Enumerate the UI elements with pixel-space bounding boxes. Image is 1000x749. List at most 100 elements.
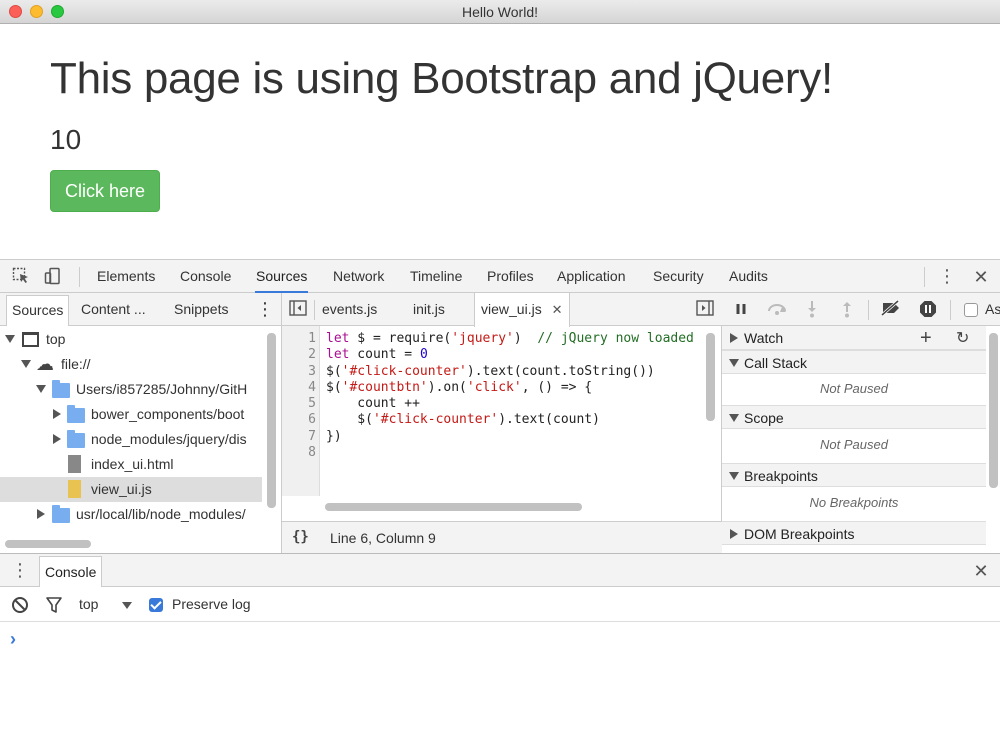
- tree-item-node-modules[interactable]: node_modules/jquery/dis: [0, 427, 262, 452]
- line-number: 8: [308, 445, 316, 461]
- editor-vertical-scrollbar[interactable]: [706, 333, 715, 421]
- tab-sources[interactable]: Sources: [255, 260, 309, 293]
- tree-item-top[interactable]: top: [0, 327, 262, 352]
- tab-profiles[interactable]: Profiles: [486, 260, 535, 293]
- clear-console-icon[interactable]: [11, 596, 29, 617]
- collapse-arrow-icon[interactable]: [53, 409, 61, 419]
- deactivate-breakpoints-icon[interactable]: [880, 299, 900, 320]
- step-out-icon[interactable]: [837, 300, 857, 320]
- navigator-tab-snippets[interactable]: Snippets: [174, 293, 228, 325]
- tree-item-bower-components[interactable]: bower_components/boot: [0, 402, 262, 427]
- navigator-tab-content-scripts[interactable]: Content ...: [81, 293, 146, 325]
- pause-icon[interactable]: [731, 300, 751, 320]
- expand-arrow-icon[interactable]: [729, 359, 739, 367]
- tree-item-view-ui-js[interactable]: view_ui.js: [0, 477, 262, 502]
- line-numbers: 1 2 3 4 5 6 7 8: [282, 331, 316, 461]
- collapse-arrow-icon[interactable]: [730, 529, 738, 539]
- tree-item-label: node_modules/jquery/dis: [91, 431, 247, 447]
- toggle-debugger-icon[interactable]: [695, 300, 715, 320]
- code-line: let count = 0: [326, 347, 428, 363]
- step-over-icon[interactable]: [766, 300, 786, 320]
- collapse-arrow-icon[interactable]: [37, 509, 45, 519]
- editor-tab-init-js[interactable]: init.js: [413, 293, 445, 326]
- sidebar-vertical-scrollbar[interactable]: [989, 333, 998, 488]
- navigator-tabs: Sources Content ... Snippets ⋮: [0, 293, 281, 326]
- tree-item-index-html[interactable]: index_ui.html: [0, 452, 262, 477]
- minimize-window-button[interactable]: [30, 5, 43, 18]
- close-drawer-icon[interactable]: ✕: [971, 561, 991, 581]
- tab-console[interactable]: Console: [179, 260, 232, 293]
- preserve-log-checkbox[interactable]: [149, 598, 163, 612]
- context-selector[interactable]: top: [79, 596, 98, 612]
- tab-timeline[interactable]: Timeline: [409, 260, 463, 293]
- tab-application[interactable]: Application: [556, 260, 627, 293]
- editor-tab-view-ui-js[interactable]: view_ui.js ✕: [474, 293, 570, 327]
- editor-horizontal-scrollbar[interactable]: [325, 503, 582, 511]
- async-checkbox[interactable]: [964, 303, 978, 317]
- expand-arrow-icon[interactable]: [36, 385, 46, 393]
- pretty-print-icon[interactable]: {}: [292, 529, 309, 545]
- tree-item-label: view_ui.js: [91, 481, 152, 497]
- frame-icon: [22, 332, 39, 347]
- window-titlebar: Hello World!: [0, 0, 1000, 24]
- drawer-tabs: ⋮ Console ✕: [0, 554, 1000, 587]
- expand-arrow-icon[interactable]: [5, 335, 15, 343]
- call-stack-section-header[interactable]: Call Stack: [722, 350, 986, 374]
- maximize-window-button[interactable]: [51, 5, 64, 18]
- breakpoints-section-header[interactable]: Breakpoints: [722, 463, 986, 487]
- tab-audits[interactable]: Audits: [728, 260, 769, 293]
- click-here-button[interactable]: Click here: [50, 170, 160, 212]
- close-devtools-icon[interactable]: ✕: [971, 267, 991, 287]
- inspect-element-icon[interactable]: [11, 267, 31, 287]
- watch-section-header[interactable]: Watch + ↻: [722, 326, 986, 350]
- dom-breakpoints-section-header[interactable]: DOM Breakpoints: [722, 521, 986, 545]
- device-toolbar-icon[interactable]: [43, 267, 63, 287]
- toggle-navigator-icon[interactable]: [288, 300, 308, 320]
- expand-arrow-icon[interactable]: [21, 360, 31, 368]
- add-watch-icon[interactable]: +: [920, 327, 932, 350]
- close-tab-icon[interactable]: ✕: [552, 302, 563, 317]
- section-label: Scope: [744, 410, 784, 426]
- tab-network[interactable]: Network: [332, 260, 385, 293]
- tab-elements[interactable]: Elements: [96, 260, 156, 293]
- tree-item-label: index_ui.html: [91, 456, 174, 472]
- tree-item-file[interactable]: ☁ file://: [0, 352, 262, 377]
- window-controls: [9, 5, 64, 18]
- drawer-menu-icon[interactable]: ⋮: [10, 561, 30, 581]
- code-line: let $ = require('jquery') // jQuery now …: [326, 331, 702, 346]
- code-content[interactable]: let $ = require('jquery') // jQuery now …: [326, 331, 702, 461]
- tree-item-usr-local-lib[interactable]: usr/local/lib/node_modules/: [0, 502, 262, 527]
- toolbar-divider: [950, 300, 951, 320]
- console-drawer: ⋮ Console ✕ top Preserve log ›: [0, 553, 1000, 749]
- refresh-icon[interactable]: ↻: [956, 328, 969, 348]
- toolbar-divider: [79, 267, 80, 287]
- line-number: 1: [308, 331, 316, 346]
- navigator-vertical-scrollbar[interactable]: [267, 333, 276, 508]
- devtools-tabbar: Elements Console Sources Network Timelin…: [0, 260, 1000, 293]
- navigator-tab-sources[interactable]: Sources: [6, 295, 70, 326]
- expand-arrow-icon[interactable]: [729, 472, 739, 480]
- navigator-menu-icon[interactable]: ⋮: [256, 293, 274, 325]
- editor-tab-events-js[interactable]: events.js: [322, 293, 377, 326]
- tree-item-label: file://: [61, 356, 91, 372]
- pause-on-exceptions-icon[interactable]: [918, 300, 938, 320]
- console-toolbar: top Preserve log: [0, 587, 1000, 622]
- kebab-menu-icon[interactable]: ⋮: [937, 267, 957, 287]
- collapse-arrow-icon[interactable]: [730, 333, 738, 343]
- scope-section-header[interactable]: Scope: [722, 405, 986, 429]
- dropdown-arrow-icon[interactable]: [122, 602, 132, 609]
- line-number: 5: [308, 396, 316, 412]
- tree-item-users-folder[interactable]: Users/i857285/Johnny/GitH: [0, 377, 262, 402]
- filter-icon[interactable]: [45, 596, 63, 617]
- click-counter: 10: [50, 124, 82, 155]
- expand-arrow-icon[interactable]: [729, 414, 739, 422]
- console-prompt-icon: ›: [10, 629, 16, 649]
- close-window-button[interactable]: [9, 5, 22, 18]
- drawer-tab-console[interactable]: Console: [39, 556, 103, 587]
- navigator-horizontal-scrollbar[interactable]: [5, 540, 91, 548]
- step-into-icon[interactable]: [802, 300, 822, 320]
- breakpoints-empty-message: No Breakpoints: [809, 495, 899, 510]
- collapse-arrow-icon[interactable]: [53, 434, 61, 444]
- tab-security[interactable]: Security: [652, 260, 705, 293]
- console-input[interactable]: [26, 626, 986, 650]
